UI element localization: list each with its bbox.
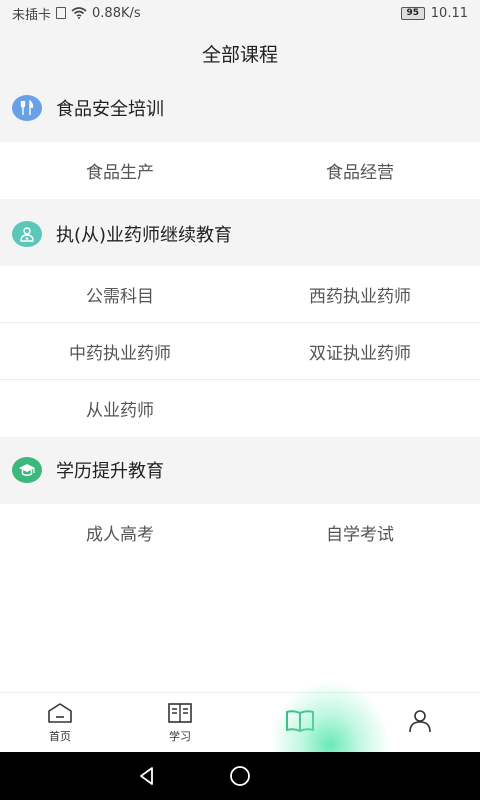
table-row: 食品生产 食品经营 <box>0 142 480 199</box>
study-book-icon <box>168 702 192 723</box>
home-circle-icon[interactable] <box>228 764 252 788</box>
course-item[interactable]: 中药执业药师 <box>0 323 240 379</box>
bottom-nav: 首页 学习 <box>0 692 480 752</box>
app-header: 全部课程 <box>0 26 480 80</box>
profile-icon <box>409 709 431 732</box>
course-item[interactable]: 从业药师 <box>0 380 240 437</box>
course-item[interactable]: 食品经营 <box>240 142 480 199</box>
section-header-food-safety: 食品安全培训 <box>0 80 480 136</box>
section-title: 学历提升教育 <box>56 461 164 482</box>
nav-label: 学习 <box>169 729 191 743</box>
table-row: 公需科目 西药执业药师 <box>0 266 480 323</box>
battery-icon: 95 <box>400 6 425 20</box>
courses-book-icon <box>286 709 314 732</box>
course-item[interactable]: 公需科目 <box>0 266 240 322</box>
empty-cell <box>240 380 480 437</box>
sim-icon <box>56 7 67 19</box>
fork-knife-icon <box>12 95 42 121</box>
nav-profile[interactable] <box>360 693 480 752</box>
nav-label: 首页 <box>49 729 71 743</box>
table-row: 成人高考 自学考试 <box>0 504 480 561</box>
status-right: 95 10.11 <box>400 5 468 21</box>
course-grid-pharmacist: 公需科目 西药执业药师 中药执业药师 双证执业药师 从业药师 <box>0 266 480 437</box>
course-item[interactable]: 自学考试 <box>240 504 480 561</box>
course-grid-food-safety: 食品生产 食品经营 <box>0 142 480 199</box>
course-item[interactable]: 食品生产 <box>0 142 240 199</box>
course-item[interactable]: 成人高考 <box>0 504 240 561</box>
system-nav-bar <box>0 752 480 800</box>
section-title: 食品安全培训 <box>56 99 164 120</box>
pharmacist-icon <box>12 221 42 247</box>
course-grid-education: 成人高考 自学考试 <box>0 504 480 561</box>
page-title: 全部课程 <box>201 43 278 66</box>
nav-study[interactable]: 学习 <box>120 693 240 752</box>
status-bar: 未插卡 0.88K/s 95 10.11 <box>0 0 480 26</box>
course-item[interactable]: 西药执业药师 <box>240 266 480 322</box>
nav-home[interactable]: 首页 <box>0 693 120 752</box>
home-icon <box>48 702 72 723</box>
table-row: 从业药师 <box>0 380 480 437</box>
section-header-pharmacist: 执(从)业药师继续教育 <box>0 206 480 262</box>
clock: 10.11 <box>430 5 468 21</box>
course-item[interactable]: 双证执业药师 <box>240 323 480 379</box>
graduation-cap-icon <box>12 457 42 483</box>
back-icon[interactable] <box>136 765 158 787</box>
wifi-icon <box>71 7 87 19</box>
content-spacer <box>0 561 480 692</box>
nav-courses[interactable] <box>240 693 360 752</box>
network-speed: 0.88K/s <box>92 5 141 21</box>
table-row: 中药执业药师 双证执业药师 <box>0 323 480 380</box>
carrier-text: 未插卡 <box>12 7 52 23</box>
status-left: 未插卡 0.88K/s <box>12 4 141 23</box>
section-title: 执(从)业药师继续教育 <box>56 225 233 246</box>
section-header-education: 学历提升教育 <box>0 442 480 498</box>
